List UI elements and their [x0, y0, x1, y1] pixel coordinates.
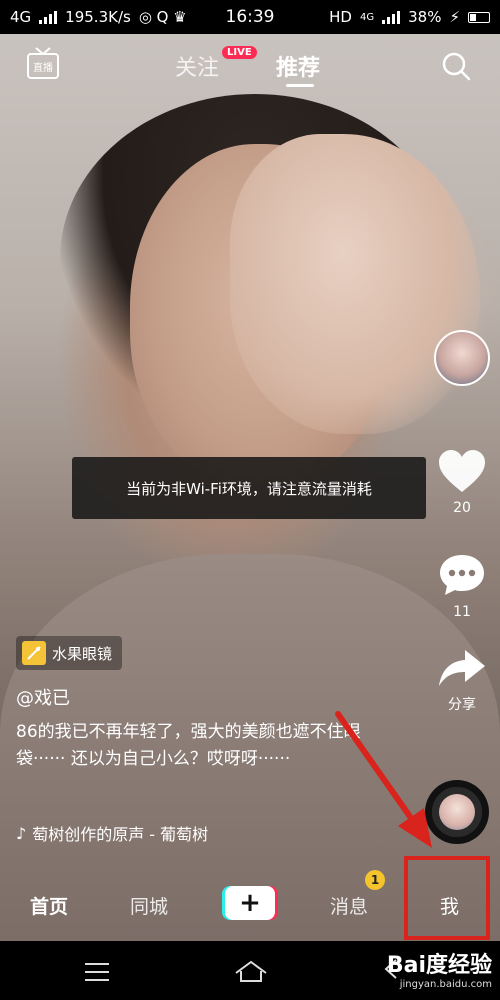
filter-tag[interactable]: 水果眼镜	[16, 636, 123, 670]
music-disc-icon[interactable]	[425, 780, 489, 844]
status-right: HD 4G 38% ⚡	[329, 8, 490, 26]
music-note-icon: ♪	[16, 823, 27, 843]
tab-home[interactable]: 首页	[30, 892, 68, 919]
music-disc-cover	[439, 794, 475, 830]
comment-icon	[440, 555, 484, 595]
filter-icon	[22, 641, 46, 665]
post-description: 86的我已不再年轻了，强大的美颜也遮不住眼袋······ 还以为自己小么？哎呀呀…	[16, 722, 361, 769]
like-button[interactable]: 20	[434, 448, 490, 516]
battery-percent: 38%	[408, 8, 442, 26]
toast-message: 当前为非Wi-Fi环境，请注意流量消耗	[72, 457, 426, 519]
tab-underline	[286, 84, 314, 87]
music-title: 萄树创作的原声 - 葡萄树	[32, 825, 209, 844]
system-nav-bar: Bai度经验 jingyan.baidu.com	[0, 941, 500, 1000]
tab-messages[interactable]: 消息	[330, 892, 368, 919]
live-tv-icon[interactable]: 直播	[26, 46, 60, 80]
share-button[interactable]: 分享	[434, 648, 490, 714]
charging-icon: ⚡	[449, 8, 460, 26]
live-tv-label: 直播	[33, 61, 53, 74]
tab-follow[interactable]: 关注	[175, 50, 219, 82]
top-nav: 直播 关注 LIVE 推荐	[0, 40, 500, 96]
signal-right-icon	[382, 10, 401, 24]
comment-button[interactable]: 11	[434, 552, 490, 620]
search-icon[interactable]	[440, 50, 472, 82]
music-info[interactable]: ♪ 萄树创作的原声 - 葡萄树	[16, 821, 208, 845]
add-video-button[interactable]: +	[222, 886, 278, 920]
menu-icon[interactable]	[85, 963, 109, 987]
battery-icon	[468, 11, 490, 23]
messages-badge: 1	[365, 870, 385, 890]
home-icon[interactable]	[233, 959, 269, 983]
author-name[interactable]: @戏已	[16, 684, 70, 710]
add-button-label: +	[225, 886, 275, 920]
filter-tag-label: 水果眼镜	[52, 644, 113, 663]
heart-icon	[439, 450, 485, 492]
live-badge: LIVE	[222, 46, 257, 59]
like-count: 20	[453, 500, 471, 516]
author-avatar[interactable]	[434, 330, 492, 394]
share-icon	[439, 650, 485, 686]
comment-count: 11	[453, 604, 471, 620]
watermark-logo: Bai度经验	[386, 953, 492, 978]
annotation-highlight-box	[404, 856, 490, 940]
tab-recommend[interactable]: 推荐	[276, 50, 320, 82]
share-label: 分享	[448, 697, 476, 713]
status-bar: 4G 195.3K/s ◎ Q ♛ 16:39 HD 4G 38% ⚡	[0, 0, 500, 34]
watermark-url: jingyan.baidu.com	[399, 979, 492, 990]
hd-label: HD	[329, 8, 352, 26]
network-right-label: 4G	[359, 11, 375, 23]
avatar	[434, 330, 490, 386]
watermark: Bai度经验 jingyan.baidu.com	[387, 947, 492, 990]
tab-city[interactable]: 同城	[130, 892, 168, 919]
